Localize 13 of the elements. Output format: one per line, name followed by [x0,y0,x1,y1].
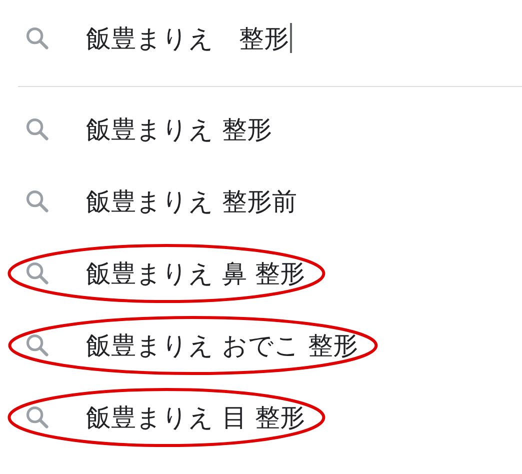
suggestion-item[interactable]: 飯豊まりえ 目 整形 [24,400,305,434]
search-icon [24,25,50,51]
search-icon [24,404,50,430]
search-icon [24,260,50,286]
search-icon [24,188,50,214]
suggestion-item[interactable]: 飯豊まりえ 整形前 [24,184,297,218]
suggestion-item[interactable]: 飯豊まりえ おでこ 整形 [24,328,358,362]
suggestion-item[interactable]: 飯豊まりえ 整形 [24,112,272,146]
search-icon [24,332,50,358]
suggestion-item[interactable]: 飯豊まりえ 鼻 整形 [24,256,305,290]
search-icon [24,116,50,142]
search-field[interactable]: 飯豊まりえ 整形 [86,22,292,54]
text-cursor [290,23,292,53]
